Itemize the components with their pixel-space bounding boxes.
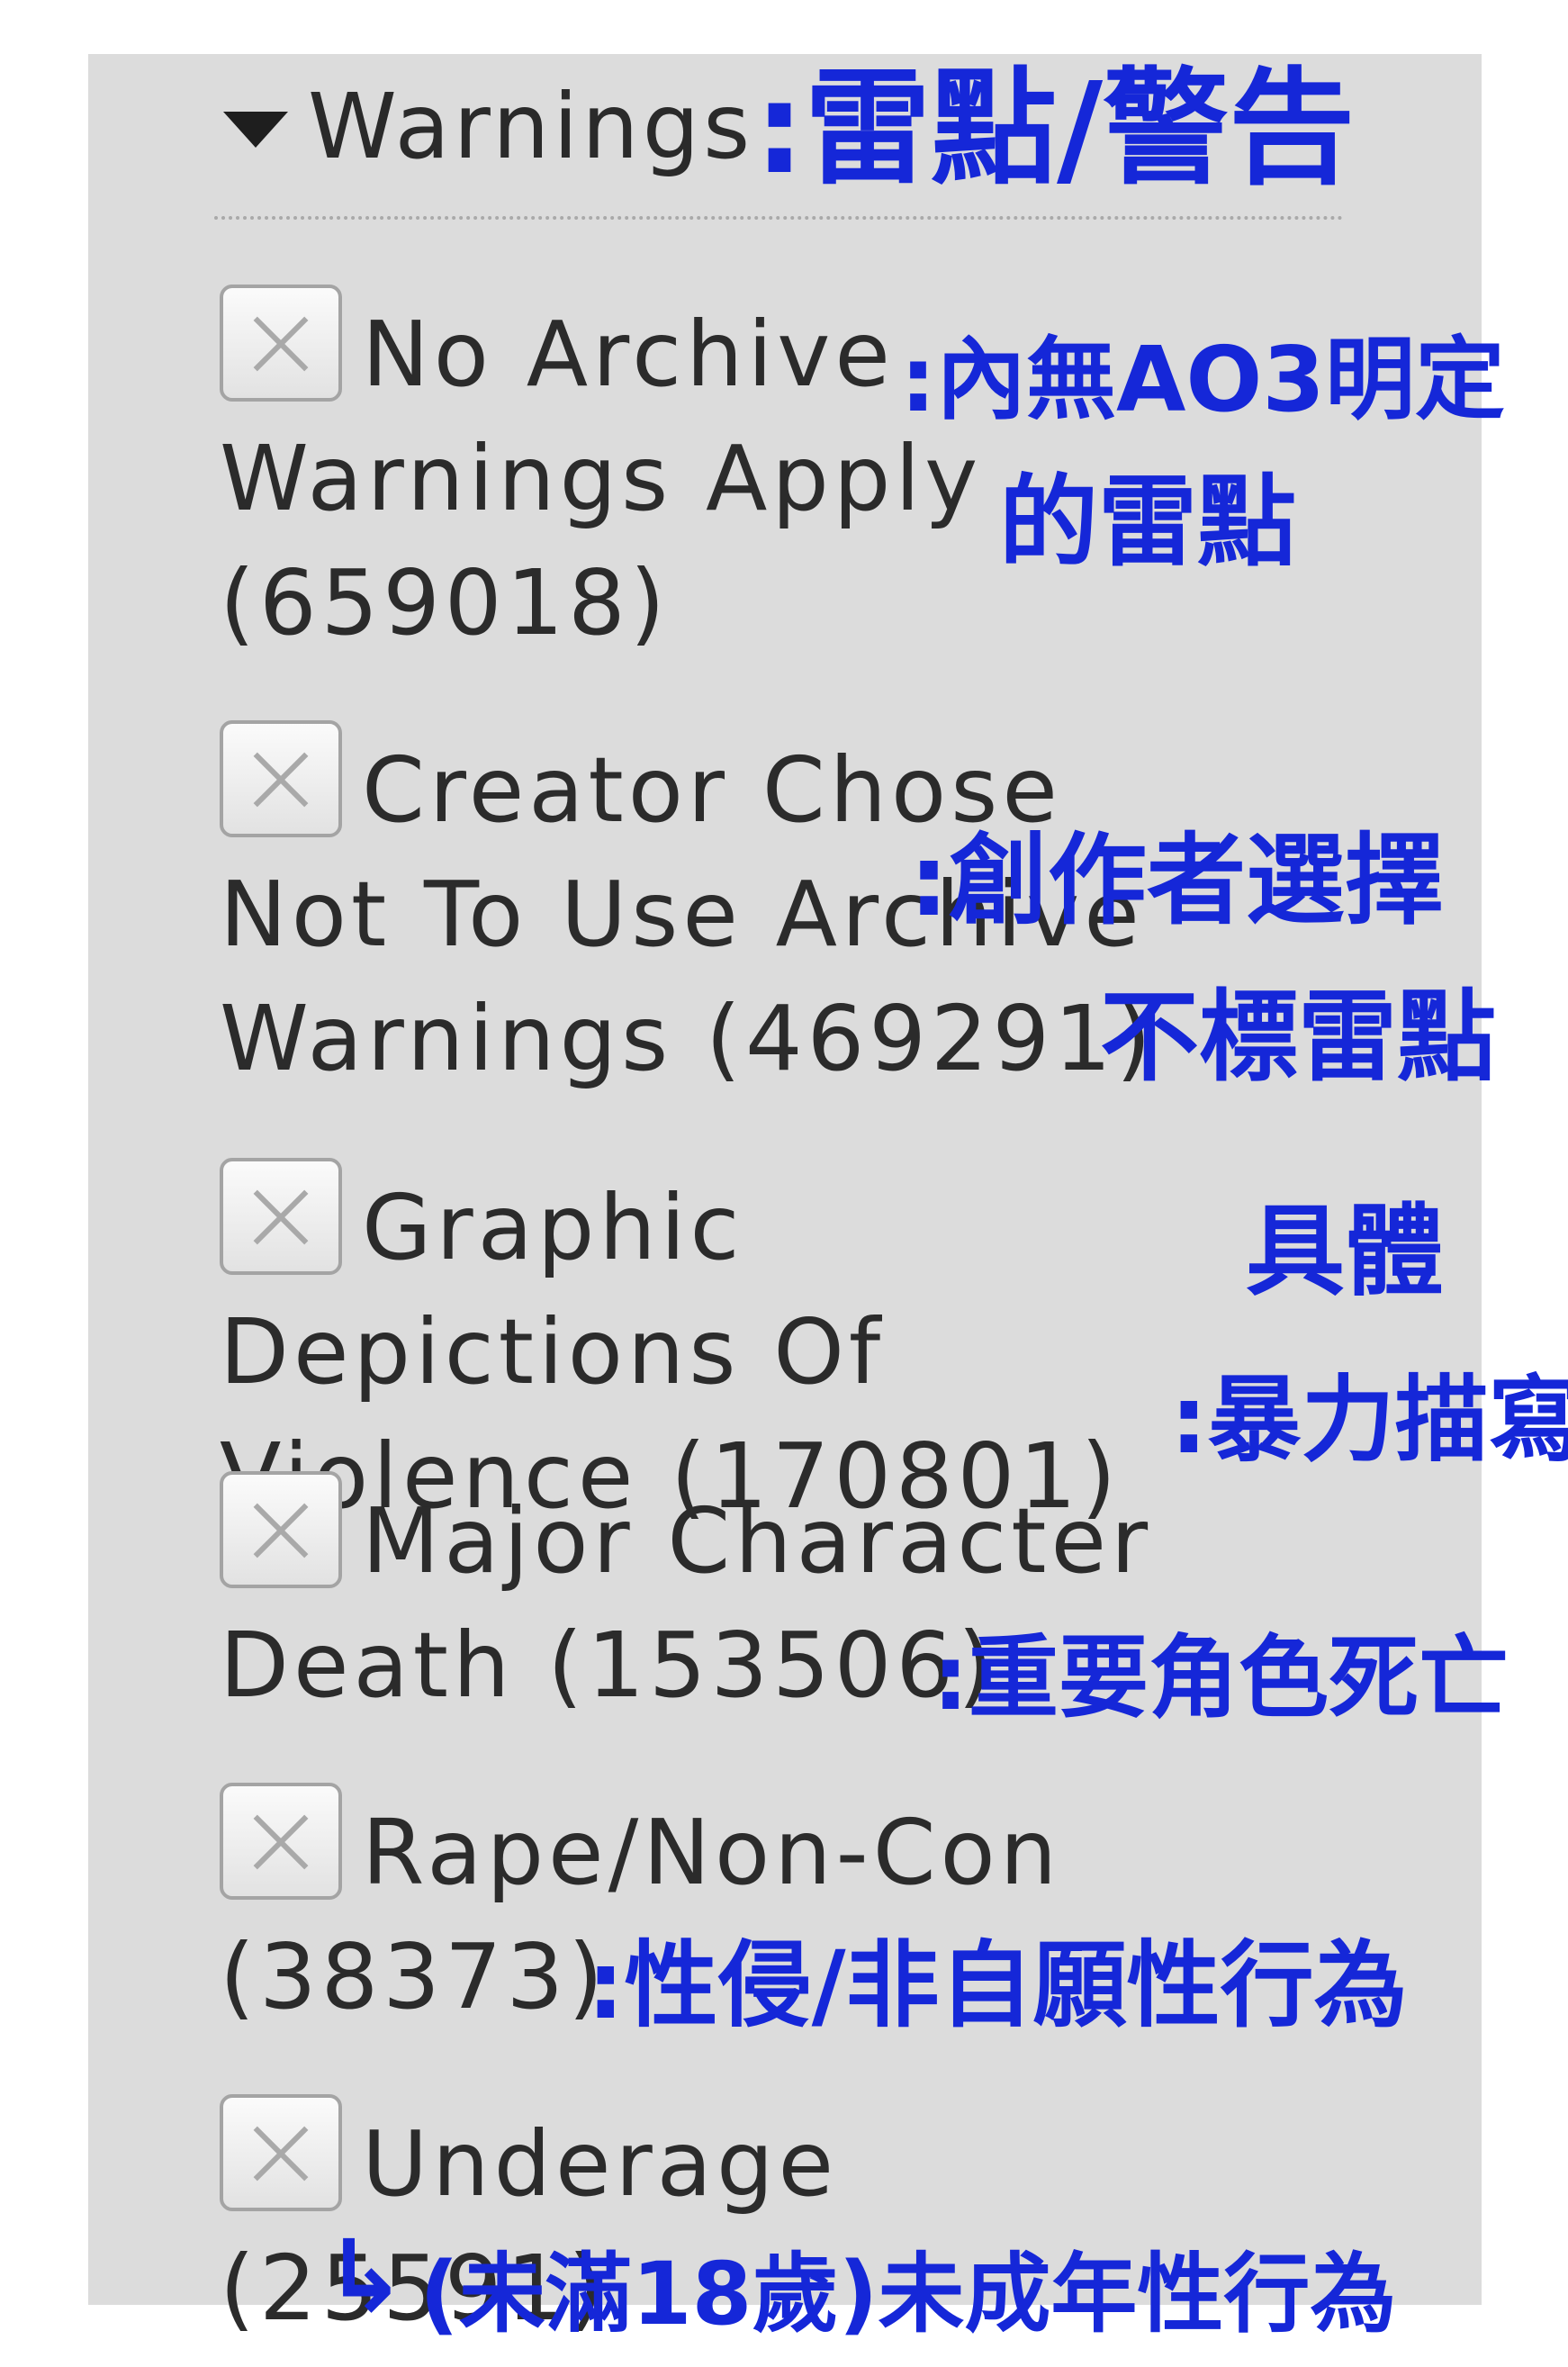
option-count: (153506) (547, 1613, 997, 1718)
annotation-major-death: :重要角色死亡 (933, 1625, 1509, 1730)
annotation-graphic-line1: 具體 (1246, 1194, 1444, 1309)
exclude-checkbox[interactable] (220, 720, 342, 837)
warnings-filter-header[interactable]: Warnings (223, 74, 753, 179)
annotation-no-archive-line2: 的雷點 (999, 465, 1296, 580)
option-count: (469291) (706, 986, 1156, 1091)
dotted-divider (214, 216, 1343, 220)
exclude-checkbox[interactable] (220, 1471, 342, 1588)
annotation-warnings: :雷點/警告 (754, 56, 1356, 203)
option-count: (38373) (220, 1924, 608, 2029)
exclude-checkbox[interactable] (220, 1783, 342, 1900)
annotation-rape: :性侵/非自願性行為 (587, 1930, 1408, 2040)
exclude-checkbox[interactable] (220, 2094, 342, 2211)
annotation-no-archive-line1: :內無AO3明定 (900, 327, 1505, 432)
option-label: Rape/Non-Con (362, 1800, 1062, 1905)
exclude-checkbox[interactable] (220, 1158, 342, 1275)
annotation-creator-line1: :創作者選擇 (909, 823, 1444, 938)
annotation-arrow-icon: ↳ (324, 2218, 408, 2334)
option-count: (659018) (220, 550, 670, 655)
annotation-creator-line2: 不標雷點 (1100, 980, 1496, 1095)
warnings-heading: Warnings (308, 74, 754, 179)
annotation-underage: (未滿18歲)未成年性行為 (419, 2244, 1397, 2344)
exclude-checkbox[interactable] (220, 285, 342, 402)
collapse-triangle-icon[interactable] (223, 111, 288, 148)
option-label: Underage (362, 2111, 838, 2217)
annotation-graphic-line2: :暴力描寫 (1170, 1365, 1568, 1475)
